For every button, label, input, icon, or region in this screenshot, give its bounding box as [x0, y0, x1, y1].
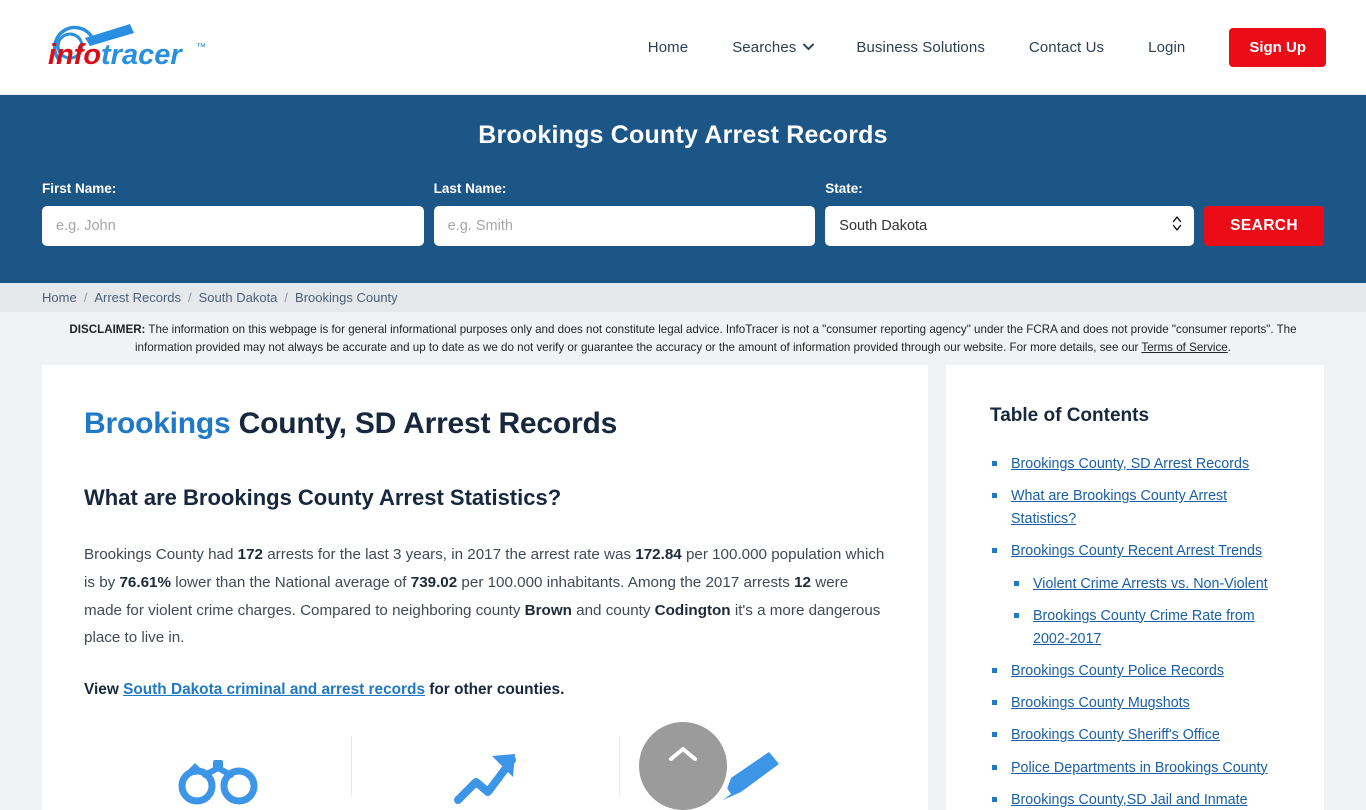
main-content: Brookings County, SD Arrest Records What…	[42, 364, 928, 810]
site-logo[interactable]: info tracer ™	[38, 16, 218, 78]
page-title-highlight: Brookings	[84, 406, 231, 440]
stat-arrests-count: 172	[237, 545, 263, 563]
toc-link-recent-arrest-trends[interactable]: Brookings County Recent Arrest Trends	[1011, 543, 1262, 559]
svg-text:info: info	[48, 39, 101, 71]
disclaimer-label: DISCLAIMER:	[69, 323, 146, 336]
stat-text: Brookings County had	[84, 545, 238, 563]
first-name-field-group: First Name:	[42, 181, 424, 246]
toc-item: What are Brookings County Arrest Statist…	[990, 485, 1292, 531]
toc-item: Police Departments in Brookings County	[990, 757, 1292, 780]
terms-of-service-link[interactable]: Terms of Service	[1141, 341, 1227, 354]
nav-item-home[interactable]: Home	[626, 39, 710, 56]
table-of-contents-panel: Table of Contents Brookings County, SD A…	[946, 364, 1324, 810]
chevron-down-icon	[803, 43, 815, 52]
last-name-field-group: Last Name:	[433, 181, 816, 246]
stat-percent-lower: 76.61%	[119, 573, 171, 591]
breadcrumb-separator: /	[83, 290, 88, 305]
toc-sublist: Violent Crime Arrests vs. Non-Violent Br…	[1011, 573, 1292, 651]
view-prefix: View	[84, 681, 124, 699]
breadcrumb-item-home[interactable]: Home	[42, 290, 77, 305]
breadcrumb-separator: /	[284, 290, 289, 305]
handcuffs-icon	[175, 742, 261, 810]
nav-item-login[interactable]: Login	[1126, 39, 1207, 56]
toc-item: Brookings County, SD Arrest Records	[990, 453, 1292, 476]
toc-link-sheriffs-office[interactable]: Brookings County Sheriff's Office	[1011, 727, 1220, 743]
toc-link-mugshots[interactable]: Brookings County Mugshots	[1011, 695, 1190, 711]
nav-item-searches[interactable]: Searches	[710, 39, 834, 56]
toc-subitem: Violent Crime Arrests vs. Non-Violent	[1011, 573, 1292, 596]
nav-item-business-solutions[interactable]: Business Solutions	[834, 39, 1007, 56]
page-title: Brookings County, SD Arrest Records	[84, 407, 886, 441]
toc-item: Brookings County Mugshots	[990, 692, 1292, 715]
infotracer-logo-icon: info tracer ™	[48, 24, 206, 71]
stat-text: arrests for the last 3 years, in 2017 th…	[263, 545, 636, 563]
disclaimer-body: The information on this webpage is for g…	[134, 323, 1297, 354]
toc-item: Brookings County Sheriff's Office	[990, 724, 1292, 747]
nav-item-searches-label: Searches	[732, 38, 797, 56]
state-field-group: State: South Dakota	[825, 181, 1195, 246]
stat-text: and county	[571, 601, 655, 619]
view-other-counties-line: View South Dakota criminal and arrest re…	[84, 676, 886, 704]
breadcrumb-item-arrest-records[interactable]: Arrest Records	[94, 290, 181, 305]
table-of-contents-list: Brookings County, SD Arrest Records What…	[990, 453, 1292, 810]
sign-up-button[interactable]: Sign Up	[1229, 27, 1326, 67]
feature-cell-trends	[351, 728, 618, 810]
first-name-label: First Name:	[42, 181, 117, 196]
toc-item: Brookings County Police Records	[990, 660, 1292, 683]
first-name-input[interactable]	[42, 206, 424, 246]
breadcrumb: Home / Arrest Records / South Dakota / B…	[0, 283, 1366, 312]
stat-county-codington: Codington	[654, 601, 731, 619]
statistics-paragraph: Brookings County had 172 arrests for the…	[84, 541, 886, 652]
view-suffix: for other counties.	[425, 681, 565, 699]
search-button[interactable]: SEARCH	[1204, 206, 1324, 246]
site-header: info tracer ™ Home Searches Business Sol…	[0, 0, 1366, 95]
page-title-rest: County, SD Arrest Records	[230, 406, 618, 440]
state-label: State:	[825, 181, 863, 196]
toc-link-crime-rate-2002-2017[interactable]: Brookings County Crime Rate from 2002-20…	[1033, 608, 1255, 647]
feature-icon-strip	[84, 728, 886, 810]
svg-text:tracer: tracer	[101, 39, 183, 71]
stat-national-average: 739.02	[410, 573, 458, 591]
section-heading-statistics: What are Brookings County Arrest Statist…	[84, 484, 562, 510]
trending-up-arrow-icon	[442, 742, 528, 810]
main-navigation: Home Searches Business Solutions Contact…	[626, 27, 1326, 67]
nav-item-contact-us[interactable]: Contact Us	[1007, 39, 1126, 56]
toc-link-violent-vs-nonviolent[interactable]: Violent Crime Arrests vs. Non-Violent	[1033, 576, 1268, 592]
breadcrumb-item-current: Brookings County	[295, 290, 398, 305]
south-dakota-records-link[interactable]: South Dakota criminal and arrest records	[123, 681, 425, 698]
svg-text:™: ™	[196, 42, 206, 53]
search-banner: Brookings County Arrest Records First Na…	[0, 95, 1366, 283]
toc-item: Brookings County Recent Arrest Trends Vi…	[990, 540, 1292, 651]
stat-arrest-rate: 172.84	[635, 545, 682, 563]
state-select[interactable]: South Dakota	[825, 206, 1195, 246]
toc-link-jail-inmate-records[interactable]: Brookings County,SD Jail and Inmate Reco…	[1011, 792, 1248, 810]
breadcrumb-item-south-dakota[interactable]: South Dakota	[199, 290, 278, 305]
toc-subitem: Brookings County Crime Rate from 2002-20…	[1011, 605, 1292, 651]
scroll-to-top-button[interactable]	[639, 722, 727, 810]
disclaimer-period: .	[1227, 340, 1231, 354]
banner-title: Brookings County Arrest Records	[478, 121, 888, 149]
last-name-input[interactable]	[433, 206, 816, 246]
disclaimer-text: DISCLAIMER: The information on this webp…	[0, 312, 1366, 365]
feature-cell-arrests	[84, 728, 351, 810]
stat-county-brown: Brown	[524, 601, 572, 619]
stat-violent-count: 12	[794, 573, 811, 591]
toc-item: Brookings County,SD Jail and Inmate Reco…	[990, 789, 1292, 810]
search-form: First Name: Last Name: State: South Dako…	[42, 181, 1324, 246]
toc-link-arrest-statistics[interactable]: What are Brookings County Arrest Statist…	[1011, 488, 1227, 527]
breadcrumb-separator: /	[188, 290, 192, 305]
stat-text: lower than the National average of	[170, 573, 411, 591]
toc-link-police-records[interactable]: Brookings County Police Records	[1011, 663, 1224, 679]
chevron-up-icon	[668, 745, 698, 768]
table-of-contents-title: Table of Contents	[990, 404, 1150, 426]
stat-text: per 100.000 inhabitants. Among the 2017 …	[457, 573, 795, 591]
toc-link-arrest-records[interactable]: Brookings County, SD Arrest Records	[1011, 456, 1249, 472]
last-name-label: Last Name:	[433, 181, 507, 196]
